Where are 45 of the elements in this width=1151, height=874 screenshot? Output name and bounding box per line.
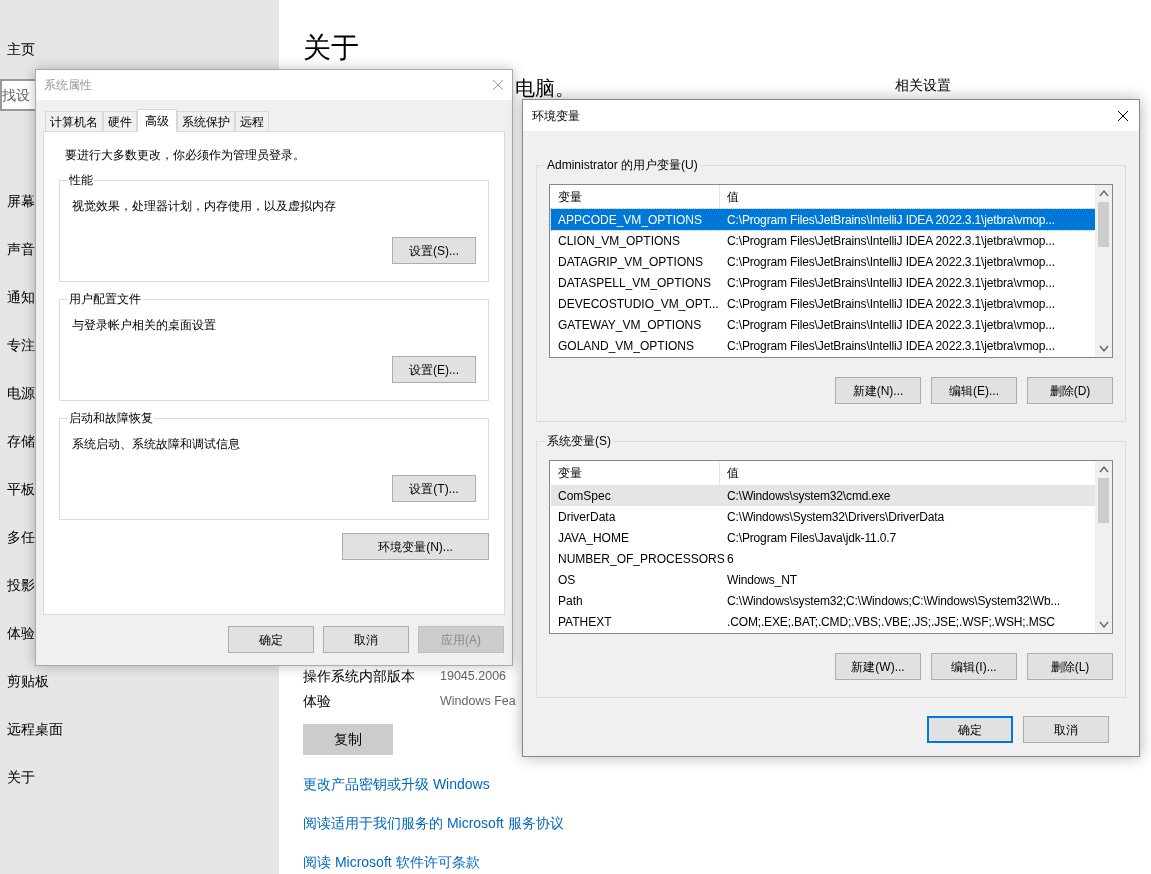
table-cell-text: C:\Program Files\Java\jdk-11.0.7	[726, 529, 897, 547]
page-subtitle: 电脑。	[515, 78, 576, 98]
group-title: 系统变量(S)	[546, 433, 612, 450]
table-cell-text: DATASPELL_VM_OPTIONS	[557, 274, 712, 292]
spec-value: Windows Fea	[440, 693, 516, 711]
table-cell-text: GOLAND_VM_OPTIONS	[557, 337, 696, 355]
table-cell-text: C:\Windows\System32\Drivers\DriverData	[726, 508, 944, 526]
page-title: 关于	[303, 31, 360, 65]
table-cell-text: Path	[557, 592, 584, 610]
group-title: 性能	[68, 172, 94, 189]
table-cell-text: PATHEXT	[557, 613, 613, 631]
window-title: 系统属性	[44, 77, 92, 94]
table-cell-text: DEVECOSTUDIO_VM_OPT...	[557, 295, 720, 313]
section-title: 相关设置	[895, 78, 951, 92]
table-cell-text: C:\Program Files\JetBrains\IntelliJ IDEA 2022.3.1\jetbra\vmop...	[726, 337, 1055, 355]
spec-label: 操作系统内部版本	[303, 667, 416, 686]
table-cell-text: OS	[557, 571, 577, 589]
table-cell-text: C:\Program Files\JetBrains\IntelliJ IDEA 2022.3.1\jetbra\vmop...	[726, 295, 1055, 313]
table-cell-text: C:\Program Files\JetBrains\IntelliJ IDEA 2022.3.1\jetbra\vmop...	[726, 253, 1055, 271]
table-cell-text: DriverData	[557, 508, 617, 526]
table-cell-text: C:\Program Files\JetBrains\IntelliJ IDEA 2022.3.1\jetbra\vmop...	[726, 232, 1055, 250]
table-cell-text: C:\Program Files\JetBrains\IntelliJ IDEA 2022.3.1\jetbra\vmop...	[726, 316, 1055, 334]
spec-label: 体验	[303, 692, 332, 711]
group-description: 系统启动、系统故障和调试信息	[72, 436, 241, 453]
group-title: 用户配置文件	[68, 291, 142, 308]
table-cell-text: CLION_VM_OPTIONS	[557, 232, 682, 250]
table-cell-text: GATEWAY_VM_OPTIONS	[557, 316, 703, 334]
table-cell-text: 6	[726, 550, 734, 568]
spec-value: 19045.2006	[440, 668, 507, 686]
table-cell-text: APPCODE_VM_OPTIONS	[557, 211, 704, 229]
group-description: 视觉效果，处理器计划，内存使用，以及虚拟内存	[72, 198, 337, 215]
table-cell-text: C:\Windows\system32\cmd.exe	[726, 487, 891, 505]
group-title: 启动和故障恢复	[68, 410, 154, 427]
table-cell-text: ComSpec	[557, 487, 612, 505]
table-cell-text: C:\Windows\system32;C:\Windows;C:\Windows\System32\Wb...	[726, 592, 1061, 610]
info-text: 要进行大多数更改，你必须作为管理员登录。	[65, 147, 306, 164]
group-title: Administrator 的用户变量(U)	[546, 157, 699, 174]
table-cell-text: JAVA_HOME	[557, 529, 630, 547]
table-cell-text: C:\Program Files\JetBrains\IntelliJ IDEA 2022.3.1\jetbra\vmop...	[726, 274, 1055, 292]
table-cell-text: DATAGRIP_VM_OPTIONS	[557, 253, 704, 271]
table-cell-text: .COM;.EXE;.BAT;.CMD;.VBS;.VBE;.JS;.JSE;.WSF;.WSH;.MSC	[726, 613, 1055, 631]
group-description: 与登录帐户相关的桌面设置	[72, 317, 217, 334]
window-title: 环境变量	[532, 107, 580, 125]
table-cell-text: C:\Program Files\JetBrains\IntelliJ IDEA 2022.3.1\jetbra\vmop...	[726, 211, 1055, 229]
table-cell-text: Windows_NT	[726, 571, 797, 589]
